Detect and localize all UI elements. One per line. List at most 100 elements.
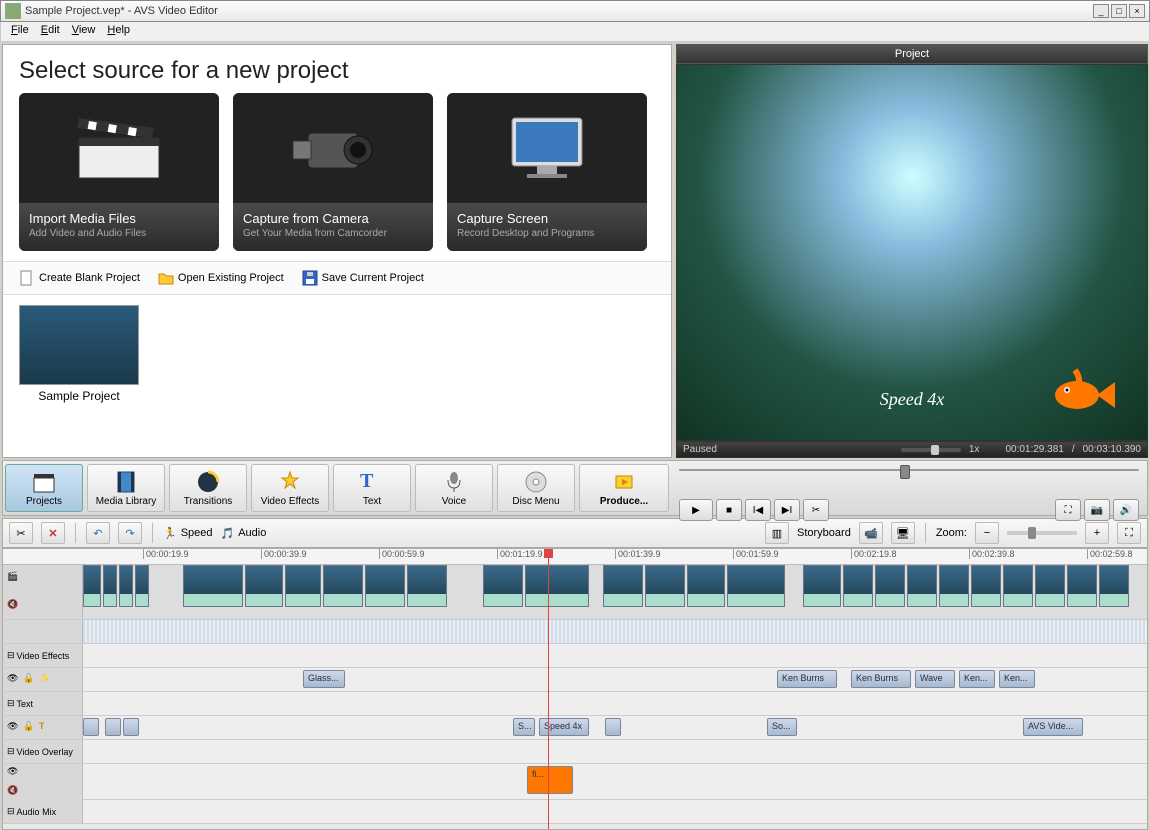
fx-icon[interactable]: ✨ [39,673,53,687]
overlay-track-controls[interactable]: 👁 🔇 [3,764,83,800]
overlay-track-body[interactable]: fi... [83,764,1147,799]
menu-help[interactable]: Help [101,22,136,41]
close-button[interactable]: × [1129,4,1145,18]
fullscreen-button[interactable]: ⛶ [1055,499,1081,521]
snapshot-button[interactable]: 📷 [1084,499,1110,521]
speed-slider[interactable] [901,448,961,452]
minimize-button[interactable]: _ [1093,4,1109,18]
video-clip[interactable]: Di... [183,565,243,607]
audiomix-track-header[interactable]: ⊟ Audio Mix [3,800,83,823]
timeline-view-button[interactable]: ▥ [765,522,789,544]
text-track-header[interactable]: ⊟ Text [3,692,83,715]
maximize-button[interactable]: □ [1111,4,1127,18]
video-clip[interactable] [285,565,321,607]
storyboard-button[interactable]: Storyboard [797,527,851,539]
text-clip[interactable]: AVS Vide... [1023,718,1083,736]
eye-icon[interactable]: 👁 [7,673,21,687]
video-clip[interactable] [803,565,841,607]
collapse-icon[interactable]: ⊟ [7,746,15,757]
undo-button[interactable]: ↶ [86,522,110,544]
media-library-tab[interactable]: Media Library [87,464,165,512]
video-track-body[interactable]: Di... Di... Di... Divi... [83,565,1147,619]
timeline-ruler[interactable]: 00:00:19.900:00:39.900:00:59.900:01:19.9… [3,549,1147,565]
mute-icon[interactable]: 🔇 [7,785,21,799]
open-existing-project[interactable]: Open Existing Project [158,270,284,286]
voice-tab[interactable]: Voice [415,464,493,512]
text-tab[interactable]: T Text [333,464,411,512]
projects-tab[interactable]: Projects [5,464,83,512]
audio-button[interactable]: 🎵 Audio [221,527,267,540]
menu-file[interactable]: File [5,22,35,41]
video-clip[interactable]: Di... [407,565,447,607]
effect-clip[interactable]: Ken... [999,670,1035,688]
split-button[interactable]: ✂ [803,499,829,521]
text-clip[interactable]: So... [767,718,797,736]
overlay-track-header[interactable]: ⊟ Video Overlay [3,740,83,763]
overlay-clip[interactable]: fi... [527,766,573,794]
monitor-icon-button[interactable]: 🖥 [891,522,915,544]
preview-video[interactable]: Speed 4x [676,64,1148,441]
video-clip[interactable] [1035,565,1065,607]
audio-track-head[interactable] [3,620,83,643]
zoom-slider[interactable] [1007,531,1077,535]
video-clip[interactable]: Divi... [727,565,785,607]
video-clip[interactable] [1099,565,1129,607]
effect-clip[interactable]: Glass... [303,670,345,688]
text-clip[interactable] [105,718,121,736]
text-icon[interactable]: T [39,721,53,735]
video-clip[interactable] [645,565,685,607]
save-current-project[interactable]: Save Current Project [302,270,424,286]
video-clip[interactable] [1003,565,1033,607]
transitions-tab[interactable]: Transitions [169,464,247,512]
video-clip[interactable] [135,565,149,607]
import-media-card[interactable]: Import Media Files Add Video and Audio F… [19,93,219,251]
collapse-icon[interactable]: ⊟ [7,698,15,709]
text-clip[interactable] [83,718,99,736]
stop-button[interactable]: ■ [716,499,742,521]
text-track-body[interactable]: S...Speed 4x So... AVS Vide... [83,716,1147,739]
video-effects-tab[interactable]: Video Effects [251,464,329,512]
disc-menu-tab[interactable]: Disc Menu [497,464,575,512]
video-clip[interactable] [245,565,283,607]
seek-slider[interactable] [679,469,1139,471]
collapse-icon[interactable]: ⊟ [7,650,15,661]
produce-button[interactable]: Produce... [579,464,669,512]
camera-icon-button[interactable]: 📹 [859,522,883,544]
scissors-button[interactable]: ✂ [9,522,33,544]
delete-button[interactable]: ✕ [41,522,65,544]
text-clip[interactable] [123,718,139,736]
playhead[interactable] [548,549,549,829]
create-blank-project[interactable]: Create Blank Project [19,270,140,286]
effects-track-controls[interactable]: 👁 🔓 ✨ [3,668,83,691]
text-clip[interactable]: Speed 4x [539,718,589,736]
text-clip[interactable]: S... [513,718,535,736]
volume-button[interactable]: 🔊 [1113,499,1139,521]
capture-screen-card[interactable]: Capture Screen Record Desktop and Progra… [447,93,647,251]
eye-icon[interactable]: 👁 [7,721,21,735]
video-clip[interactable] [971,565,1001,607]
video-clip[interactable]: Di... [323,565,363,607]
effects-track-body[interactable]: Glass...Ken BurnsKen BurnsWaveKen...Ken.… [83,668,1147,691]
prev-frame-button[interactable]: I◀ [745,499,771,521]
capture-camera-card[interactable]: Capture from Camera Get Your Media from … [233,93,433,251]
zoom-fit-button[interactable]: ⛶ [1117,522,1141,544]
video-clip[interactable] [119,565,133,607]
effect-clip[interactable]: Ken... [959,670,995,688]
video-clip[interactable] [83,565,101,607]
menu-edit[interactable]: Edit [35,22,66,41]
video-clip[interactable] [687,565,725,607]
effects-track-header[interactable]: ⊟ Video Effects [3,644,83,667]
effect-clip[interactable]: Ken Burns [777,670,837,688]
text-track-controls[interactable]: 👁 🔓 T [3,716,83,739]
video-clip[interactable] [939,565,969,607]
video-clip[interactable] [365,565,405,607]
eye-icon[interactable]: 👁 [7,766,21,780]
video-track-head[interactable]: 🎬 🔇 [3,565,83,619]
effect-clip[interactable]: Wave [915,670,955,688]
video-clip[interactable] [603,565,643,607]
video-clip[interactable] [103,565,117,607]
speed-button[interactable]: 🏃 Speed [163,527,213,540]
zoom-in-button[interactable]: + [1085,522,1109,544]
project-thumbnail[interactable]: Sample Project [19,305,139,403]
lock-icon[interactable]: 🔓 [23,673,37,687]
